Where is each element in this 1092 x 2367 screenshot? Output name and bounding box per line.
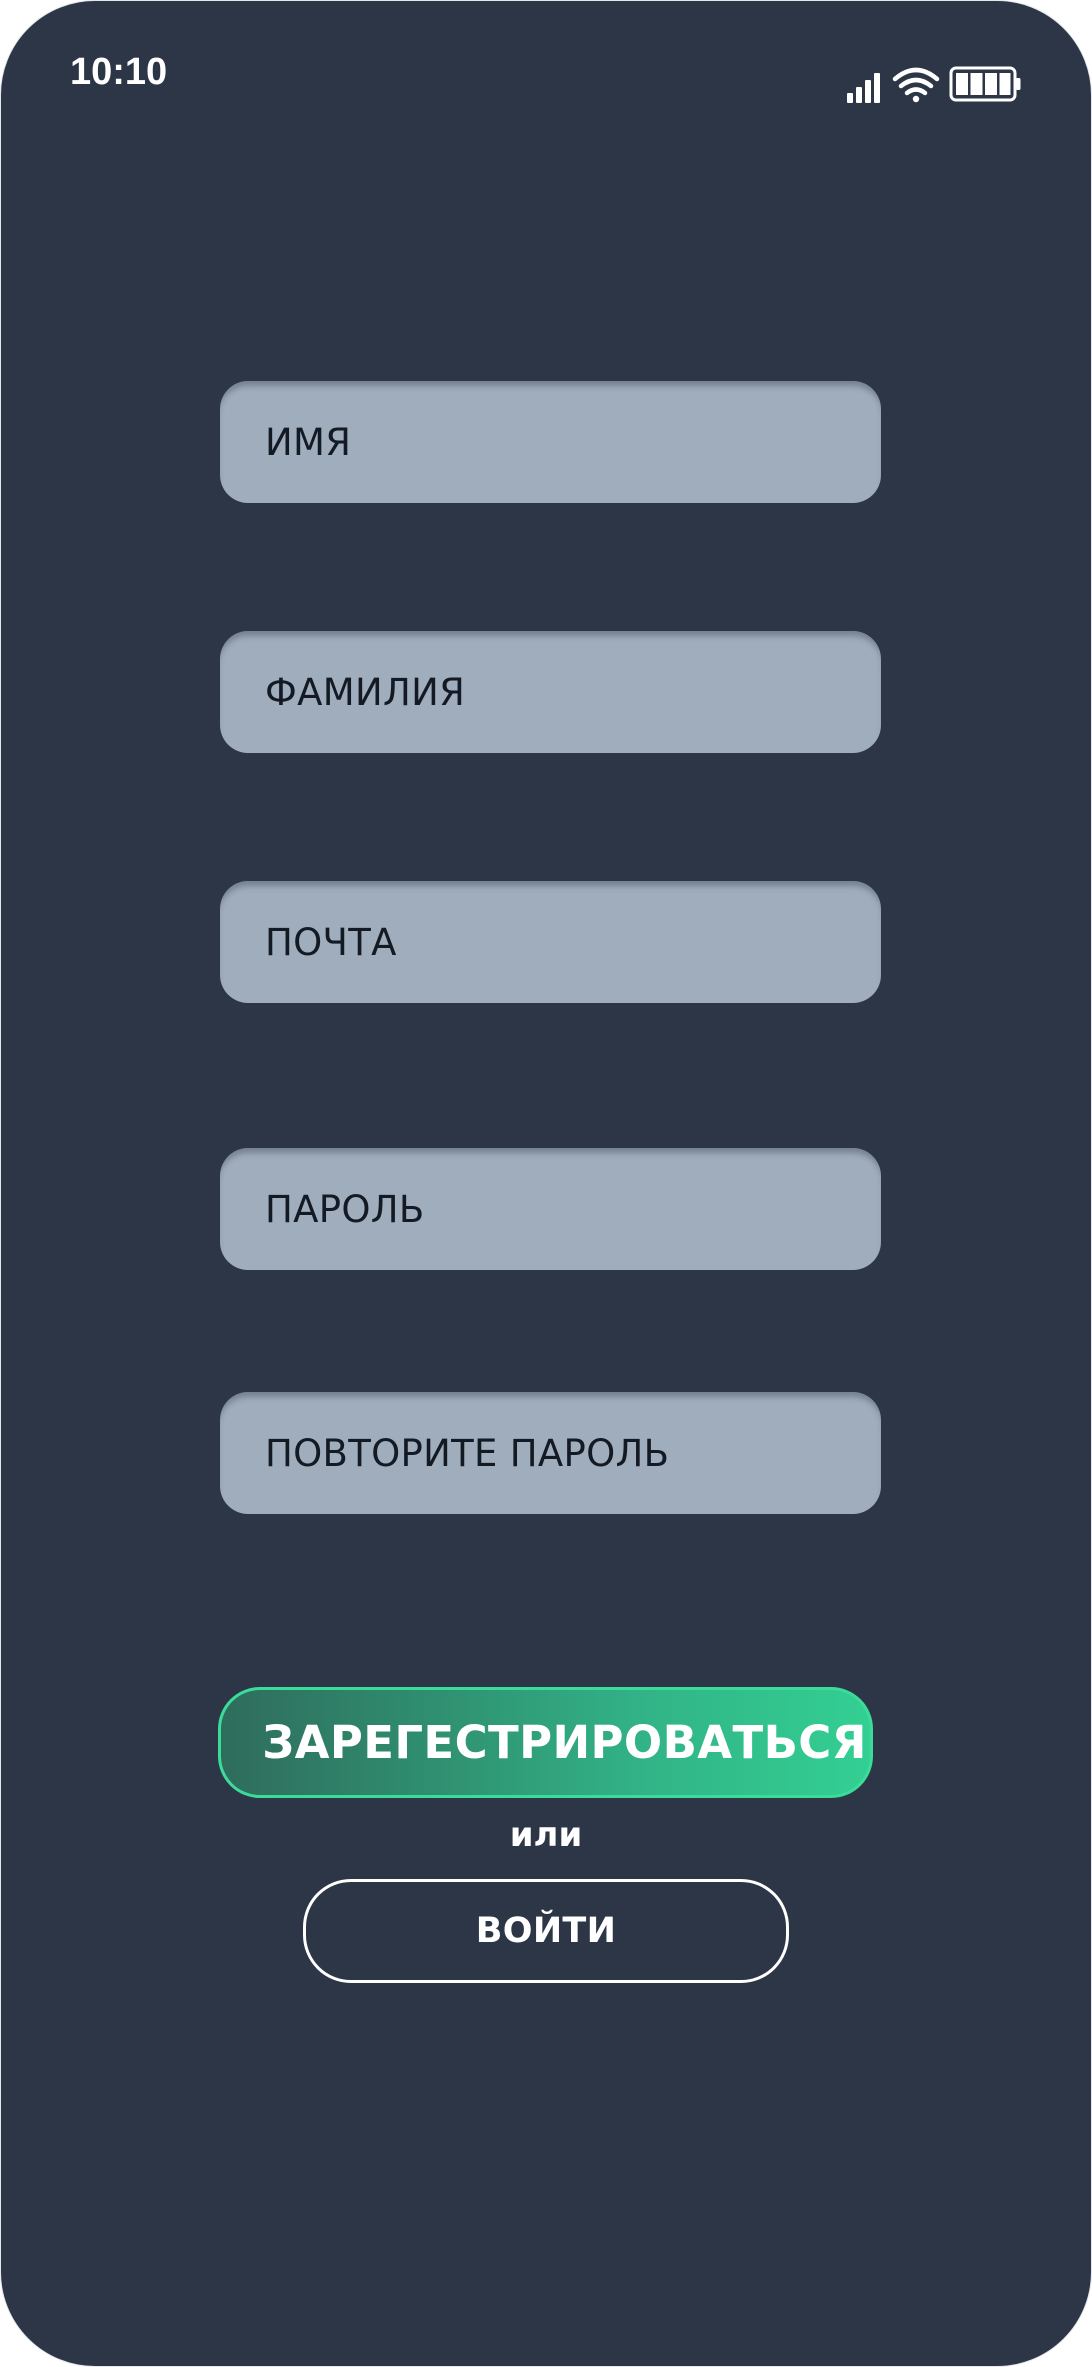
signal-icon bbox=[847, 73, 880, 103]
phone-screen: 10:10 ИМЯ ФАМИЛИЯ ПОЧТА ПАРОЛЬ ПОВТОРИТЕ… bbox=[0, 0, 1092, 2367]
status-icons bbox=[847, 65, 1023, 105]
status-time: 10:10 bbox=[70, 51, 168, 93]
first-name-field[interactable]: ИМЯ bbox=[220, 381, 881, 503]
first-name-placeholder: ИМЯ bbox=[265, 420, 352, 464]
password-field[interactable]: ПАРОЛЬ bbox=[220, 1148, 881, 1270]
email-field[interactable]: ПОЧТА bbox=[220, 881, 881, 1003]
battery-icon bbox=[949, 66, 1021, 102]
register-button-label: ЗАРЕГЕСТРИРОВАТЬСЯ bbox=[262, 1716, 867, 1769]
login-button-label: ВОЙТИ bbox=[475, 1911, 617, 1951]
or-separator: или bbox=[509, 1815, 583, 1855]
repeat-password-field[interactable]: ПОВТОРИТЕ ПАРОЛЬ bbox=[220, 1392, 881, 1514]
login-button[interactable]: ВОЙТИ bbox=[303, 1879, 789, 1983]
password-placeholder: ПАРОЛЬ bbox=[265, 1187, 425, 1231]
register-button[interactable]: ЗАРЕГЕСТРИРОВАТЬСЯ bbox=[218, 1687, 873, 1798]
last-name-field[interactable]: ФАМИЛИЯ bbox=[220, 631, 881, 753]
repeat-password-placeholder: ПОВТОРИТЕ ПАРОЛЬ bbox=[265, 1431, 670, 1475]
last-name-placeholder: ФАМИЛИЯ bbox=[265, 670, 466, 714]
email-placeholder: ПОЧТА bbox=[265, 920, 397, 964]
wifi-icon bbox=[892, 67, 940, 103]
